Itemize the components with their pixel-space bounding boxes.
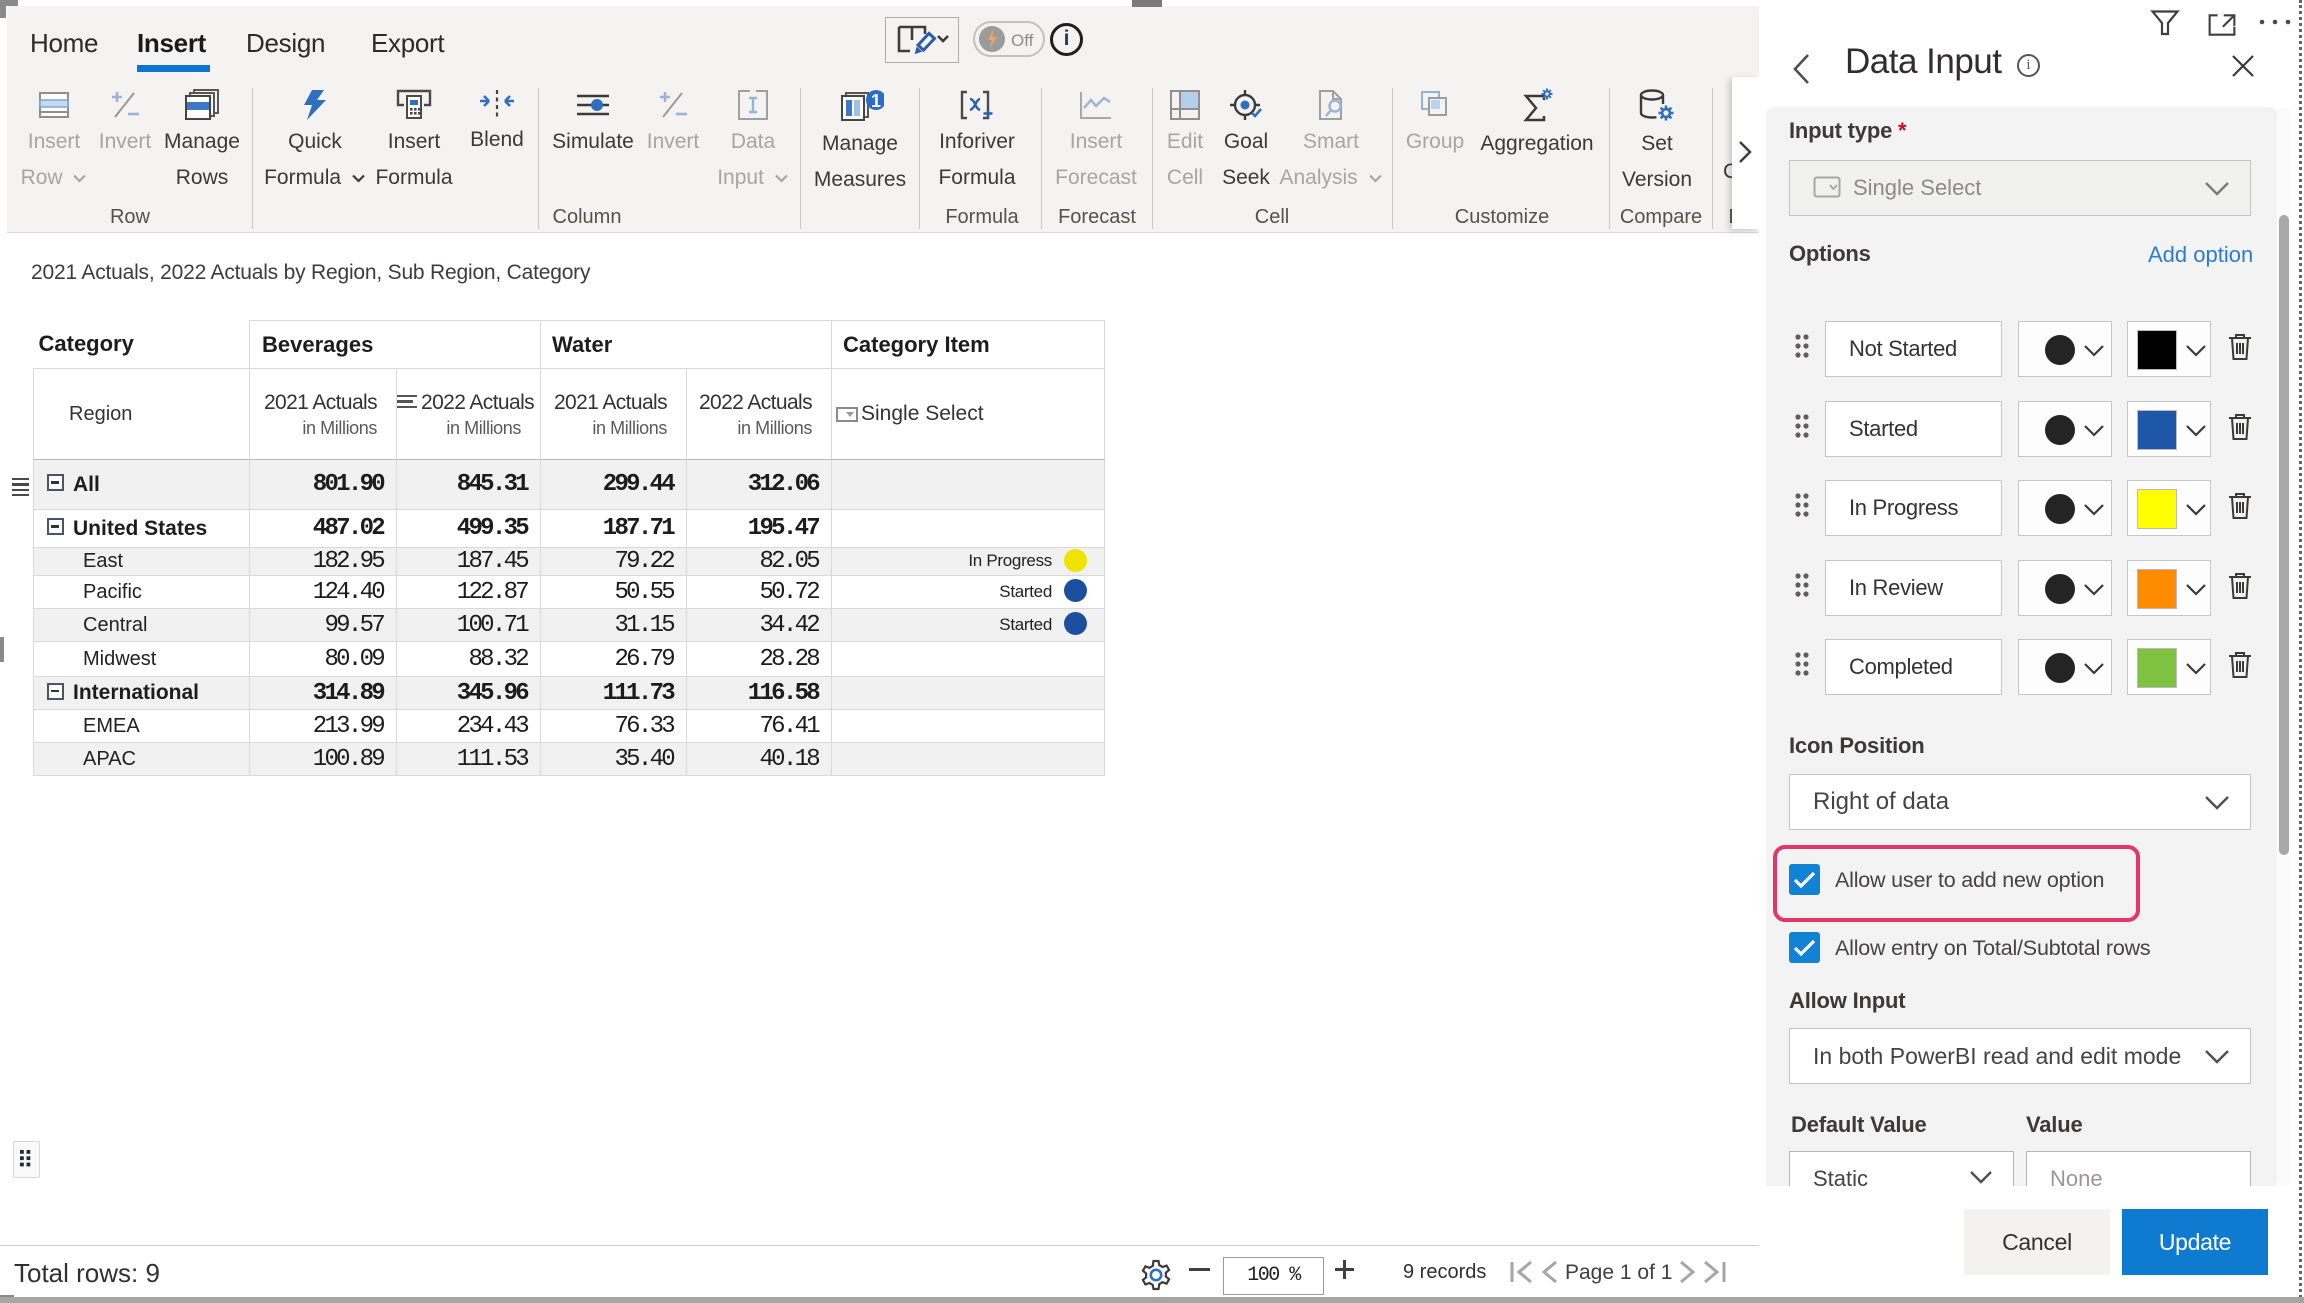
svg-text:1: 1 [871,91,881,111]
